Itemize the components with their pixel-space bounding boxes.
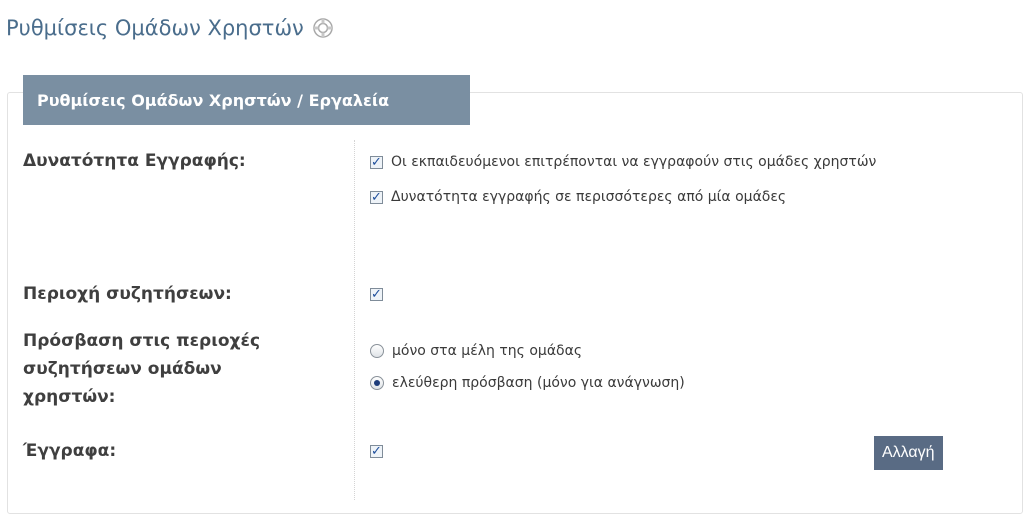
help-icon[interactable] — [312, 17, 334, 39]
registration-option-1[interactable]: ✓ Οι εκπαιδευόμενοι επιτρέπονται να εγγρ… — [370, 154, 876, 170]
column-divider — [354, 140, 355, 500]
registration-option-2[interactable]: ✓ Δυνατότητα εγγραφής σε περισσότερες απ… — [370, 189, 786, 205]
documents-checkbox[interactable]: ✓ — [370, 445, 383, 458]
panel-legend: Ρυθμίσεις Ομάδων Χρηστών / Εργαλεία — [23, 75, 470, 125]
page-title: Ρυθμίσεις Ομάδων Χρηστών — [6, 16, 334, 40]
registration-option-2-checkbox[interactable]: ✓ — [370, 190, 383, 204]
documents-checkbox-box[interactable]: ✓ — [370, 445, 383, 458]
registration-option-1-text: Οι εκπαιδευόμενοι επιτρέπονται να εγγραφ… — [391, 154, 877, 170]
forum-access-label-line-1: Πρόσβαση στις περιοχές — [23, 331, 261, 351]
page-title-text: Ρυθμίσεις Ομάδων Χρηστών — [6, 16, 304, 40]
forum-label: Περιοχή συζητήσεων: — [23, 284, 232, 304]
forum-access-option-members-text: μόνο στα μέλη της ομάδας — [392, 343, 583, 359]
forum-access-option-open[interactable]: ελεύθερη πρόσβαση (μόνο για ανάγνωση) — [370, 375, 685, 391]
forum-access-radio-members[interactable] — [370, 344, 384, 358]
forum-checkbox[interactable]: ✓ — [370, 288, 383, 301]
forum-access-option-members[interactable]: μόνο στα μέλη της ομάδας — [370, 343, 582, 359]
documents-label: Έγγραφα: — [23, 441, 117, 461]
forum-checkbox-box[interactable]: ✓ — [370, 288, 383, 301]
forum-access-label-line-2: συζητήσεων ομάδων — [23, 359, 222, 379]
submit-button[interactable]: Αλλαγή — [874, 436, 943, 470]
registration-option-2-text: Δυνατότητα εγγραφής σε περισσότερες από … — [391, 189, 787, 205]
forum-access-label-line-3: χρηστών: — [23, 387, 116, 407]
registration-option-1-checkbox[interactable]: ✓ — [370, 155, 383, 169]
forum-access-radio-open[interactable] — [370, 376, 384, 390]
registration-label: Δυνατότητα Εγγραφής: — [23, 151, 246, 171]
forum-access-option-open-text: ελεύθερη πρόσβαση (μόνο για ανάγνωση) — [392, 375, 685, 391]
